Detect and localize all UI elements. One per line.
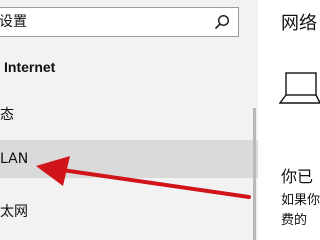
sidebar-item-wlan[interactable]: LAN	[0, 140, 258, 178]
sidebar-item-label: LAN	[0, 151, 29, 167]
status-heading: 你已	[281, 167, 314, 186]
section-heading: Internet	[4, 59, 56, 75]
sidebar-item-status[interactable]: 态	[0, 96, 258, 134]
search-input[interactable]	[0, 8, 209, 36]
sidebar-item-label: 态	[0, 107, 14, 123]
settings-nav-pane: Internet 态 LAN 太网	[0, 0, 258, 240]
search-box[interactable]	[0, 7, 239, 37]
laptop-icon	[279, 72, 320, 104]
status-description: 如果你 费的	[281, 191, 320, 231]
search-icon[interactable]	[214, 14, 230, 30]
status-desc-line: 如果你	[281, 193, 320, 208]
status-desc-line: 费的	[281, 213, 308, 228]
page-title: 网络	[281, 13, 317, 34]
sidebar-item-ethernet[interactable]: 太网	[0, 193, 258, 231]
scrollbar[interactable]	[253, 108, 256, 240]
sidebar-item-label: 太网	[0, 204, 28, 220]
